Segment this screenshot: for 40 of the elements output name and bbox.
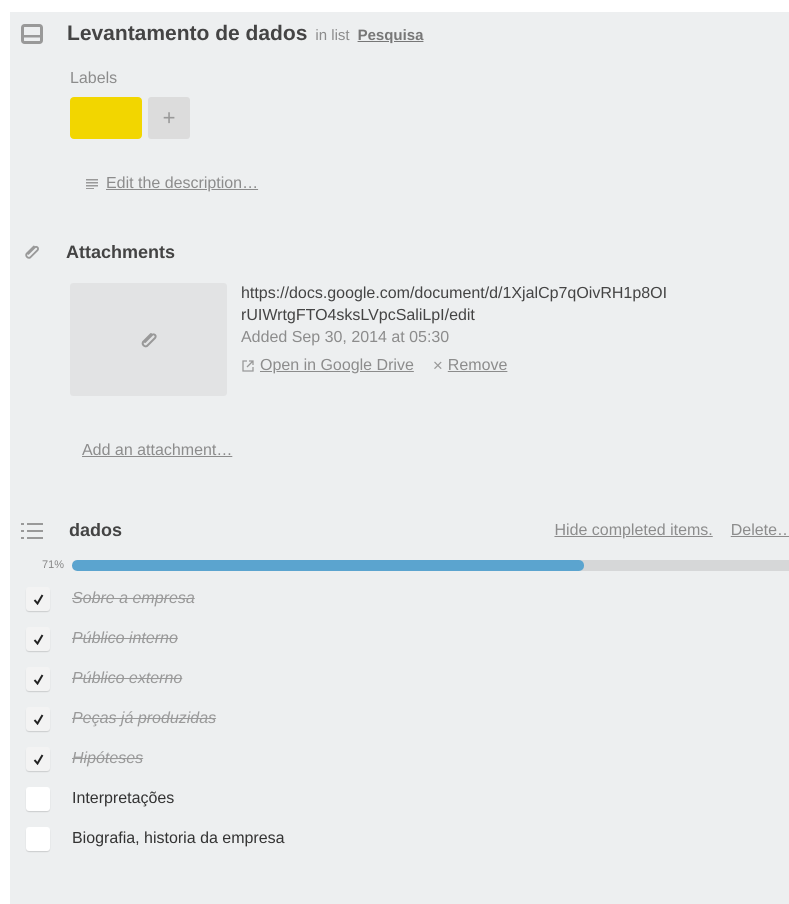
attachment-date: Added Sep 30, 2014 at 05:30 — [241, 328, 450, 348]
checklist-title: dados — [69, 520, 122, 541]
checklist-item-text: Biografia, historia da empresa — [72, 830, 285, 848]
card-icon — [21, 24, 43, 44]
progress-percent: 71% — [40, 559, 64, 571]
checkbox[interactable] — [26, 587, 50, 611]
checklist-item-text: Público externo — [72, 670, 182, 688]
remove-link[interactable]: Remove — [448, 355, 508, 377]
check-icon — [32, 674, 44, 684]
checkbox[interactable] — [26, 707, 50, 731]
check-icon — [32, 634, 44, 644]
add-attachment-link[interactable]: Add an attachment… — [82, 442, 232, 459]
list-link[interactable]: Pesquisa — [358, 27, 424, 44]
checklist-icon — [21, 522, 43, 540]
list-prefix: in list — [315, 27, 350, 44]
check-icon — [32, 714, 44, 724]
checklist-item-text: Hipóteses — [72, 750, 144, 768]
open-link[interactable]: Open in Google Drive — [260, 355, 414, 377]
checklist-item-text: Público interno — [72, 630, 178, 648]
card-title: Levantamento de dados — [67, 22, 308, 46]
edit-description-link[interactable]: Edit the description… — [106, 175, 258, 193]
delete-link[interactable]: Delete… — [730, 522, 789, 540]
labels-heading: Labels — [70, 70, 118, 88]
remove-icon: × — [432, 355, 443, 377]
checklist-item-text: Peças já produzidas — [72, 710, 216, 728]
attachment-url: https://docs.google.com/document/d/1XjalCp7qOivRH1p8OI rUIWrtgFTO4sksLVpcSaliLpI/edit — [241, 284, 668, 326]
hide-completed-link[interactable]: Hide completed items. — [554, 522, 713, 540]
checkbox[interactable] — [26, 667, 50, 691]
check-icon — [32, 754, 44, 764]
checkbox[interactable] — [26, 787, 50, 811]
check-icon — [32, 594, 44, 604]
checklist-item-text: Interpretações — [72, 790, 174, 808]
checkbox[interactable] — [26, 827, 50, 851]
external-link-icon — [241, 359, 255, 373]
checklist-item-text: Sobre a empresa — [72, 590, 195, 608]
description-icon — [86, 179, 98, 189]
checkbox[interactable] — [26, 747, 50, 771]
add-label-button[interactable]: + — [148, 97, 190, 139]
section-title: Attachments — [66, 242, 176, 262]
checkbox[interactable] — [26, 627, 50, 651]
